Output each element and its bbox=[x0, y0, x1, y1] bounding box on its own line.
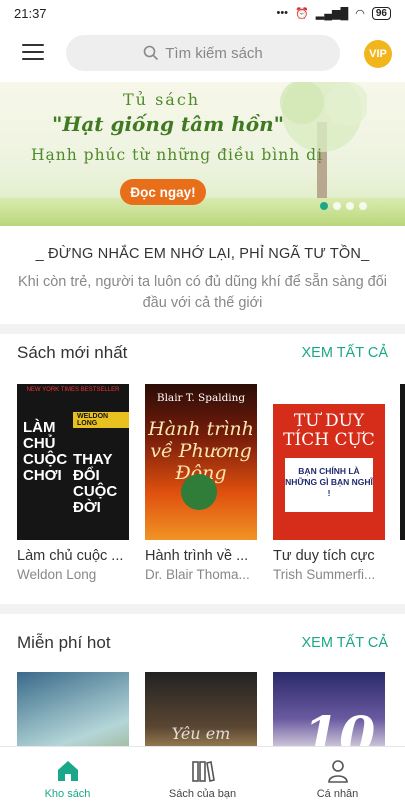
tab-profile[interactable]: Cá nhân bbox=[270, 747, 405, 810]
book-item[interactable]: TƯ DUY TÍCH CỰC BẠN CHÍNH LÀ NHỮNG GÌ BẠ… bbox=[273, 384, 385, 582]
carousel-dots bbox=[320, 202, 367, 210]
newest-book-list: NEW YORK TIMES BESTSELLER WELDON LONG LÀ… bbox=[17, 384, 385, 582]
banner-line-1: Tủ sách bbox=[123, 90, 201, 109]
quote-text: Khi còn trẻ, người ta luôn có đủ dũng kh… bbox=[17, 274, 388, 311]
cover-title-right: THAY ĐỔI CUỘC ĐỜI bbox=[73, 451, 118, 516]
bottom-tab-bar: Kho sách Sách của bạn Cá nhân bbox=[0, 746, 405, 810]
cover-author-badge: WELDON LONG bbox=[73, 412, 129, 428]
more-dots-icon: ••• bbox=[276, 7, 289, 19]
book-author: Dr. Blair Thoma... bbox=[145, 567, 250, 582]
banner-line-2: "Hạt giống tâm hồn" bbox=[52, 112, 285, 136]
quote-card[interactable]: _ ĐỪNG NHẮC EM NHỚ LẠI, PHỈ NGÃ TƯ TỒN_ … bbox=[0, 226, 405, 324]
search-icon bbox=[143, 45, 159, 61]
status-time: 21:37 bbox=[14, 5, 47, 21]
banner-line-3: Hạnh phúc từ những điều bình dị bbox=[31, 146, 324, 164]
carousel-dot[interactable] bbox=[359, 202, 367, 210]
section-divider bbox=[0, 604, 405, 614]
vip-button[interactable]: VIP bbox=[364, 40, 392, 68]
book-author: Weldon Long bbox=[17, 567, 97, 582]
books-icon bbox=[191, 760, 215, 782]
cover-author: Blair T. Spalding bbox=[156, 392, 246, 404]
book-title: Hành trình về ... bbox=[145, 548, 249, 564]
wifi-icon: ◠ bbox=[355, 7, 365, 20]
tab-label: Kho sách bbox=[44, 787, 91, 800]
tab-label: Sách của bạn bbox=[168, 787, 237, 800]
read-now-button[interactable]: Đọc ngay! bbox=[120, 179, 206, 205]
see-all-free-hot-link[interactable]: XEM TẤT CẢ bbox=[302, 635, 388, 651]
book-title: Làm chủ cuộc ... bbox=[17, 548, 124, 564]
next-book-peek bbox=[400, 384, 405, 540]
cover-top-text: NEW YORK TIMES BESTSELLER bbox=[26, 387, 120, 393]
promo-banner[interactable]: Tủ sách "Hạt giống tâm hồn" Hạnh phúc từ… bbox=[0, 82, 405, 226]
tab-label: Cá nhân bbox=[316, 787, 359, 800]
cover-title: TƯ DUY TÍCH CỰC bbox=[283, 411, 375, 450]
section-divider bbox=[0, 324, 405, 334]
search-placeholder: Tìm kiếm sách bbox=[165, 44, 263, 62]
carousel-dot[interactable] bbox=[333, 202, 341, 210]
tab-library[interactable]: Kho sách bbox=[0, 747, 135, 810]
section-title-free-hot: Miễn phí hot bbox=[17, 633, 111, 652]
book-cover: NEW YORK TIMES BESTSELLER WELDON LONG LÀ… bbox=[17, 384, 129, 540]
alarm-icon: ⏰ bbox=[295, 7, 309, 20]
app-screen: 21:37 ••• ⏰ ▂▄▆█ ◠ 96 Tìm kiếm sách VIP bbox=[0, 0, 405, 810]
cover-badge bbox=[181, 474, 217, 510]
status-icons: ••• ⏰ ▂▄▆█ ◠ 96 bbox=[276, 6, 391, 20]
cover-title: Yêu em bbox=[171, 724, 231, 743]
search-input[interactable]: Tìm kiếm sách bbox=[66, 35, 340, 71]
book-cover: Blair T. Spalding Hành trình về Phương Đ… bbox=[145, 384, 257, 540]
battery-icon: 96 bbox=[371, 6, 391, 20]
carousel-dot[interactable] bbox=[346, 202, 354, 210]
signal-icon: ▂▄▆█ bbox=[315, 7, 349, 20]
cover-subtitle: BẠN CHÍNH LÀ NHỮNG GÌ BẠN NGHĨ ! bbox=[285, 458, 373, 512]
book-author: Trish Summerfi... bbox=[273, 567, 376, 582]
home-icon bbox=[57, 760, 78, 781]
cover-title-left: LÀM CHỦ CUỘC CHƠI bbox=[23, 419, 68, 484]
quote-title: _ ĐỪNG NHẮC EM NHỚ LẠI, PHỈ NGÃ TƯ TỒN_ bbox=[35, 246, 370, 262]
person-icon bbox=[327, 759, 348, 783]
book-title: Tư duy tích cực bbox=[273, 548, 375, 564]
app-header: Tìm kiếm sách VIP bbox=[0, 26, 405, 82]
hamburger-menu-icon[interactable] bbox=[22, 44, 44, 60]
section-title-newest: Sách mới nhất bbox=[17, 343, 128, 362]
carousel-dot[interactable] bbox=[320, 202, 328, 210]
tab-my-books[interactable]: Sách của bạn bbox=[135, 747, 270, 810]
book-item[interactable]: Blair T. Spalding Hành trình về Phương Đ… bbox=[145, 384, 257, 582]
status-bar: 21:37 ••• ⏰ ▂▄▆█ ◠ 96 bbox=[0, 0, 405, 26]
book-item[interactable]: NEW YORK TIMES BESTSELLER WELDON LONG LÀ… bbox=[17, 384, 129, 582]
see-all-newest-link[interactable]: XEM TẤT CẢ bbox=[302, 345, 388, 361]
cover-band bbox=[273, 384, 385, 404]
book-cover: TƯ DUY TÍCH CỰC BẠN CHÍNH LÀ NHỮNG GÌ BẠ… bbox=[273, 384, 385, 540]
